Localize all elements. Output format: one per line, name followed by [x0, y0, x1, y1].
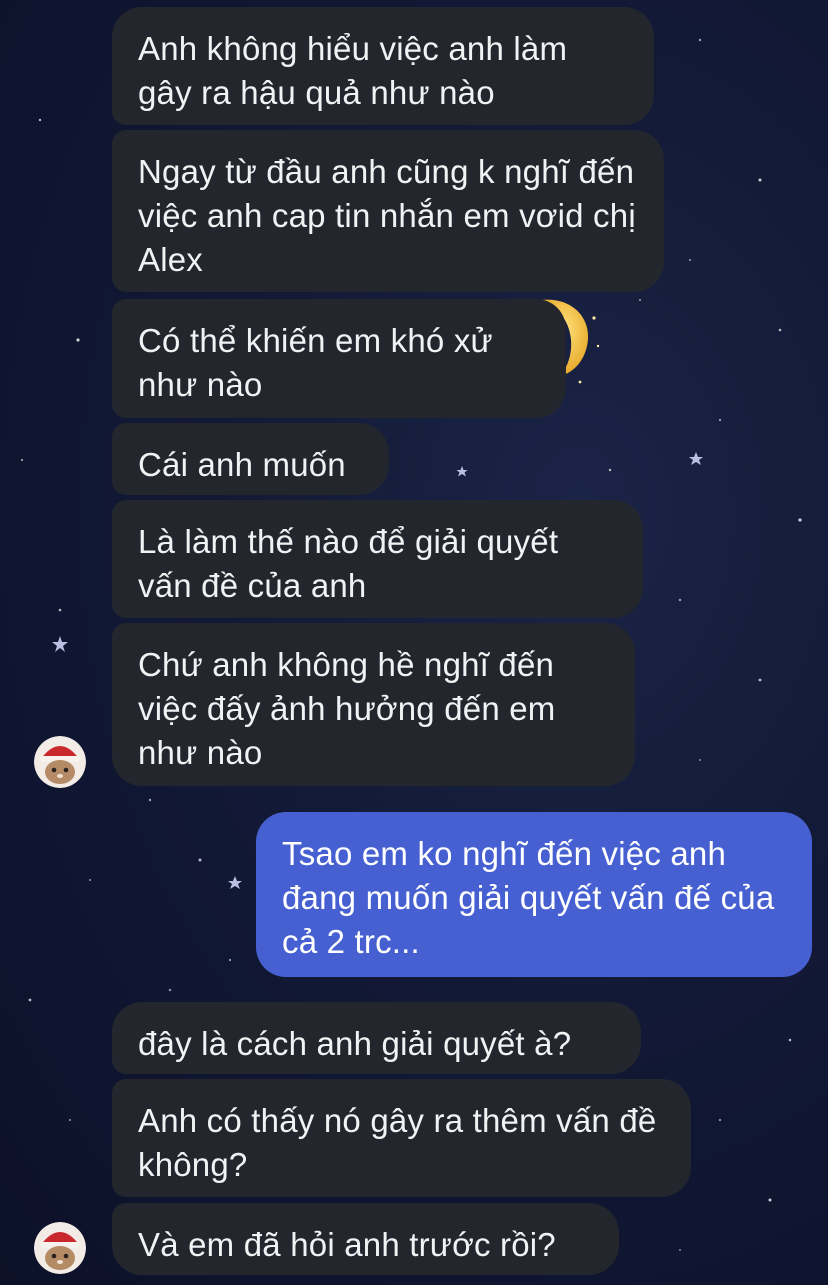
avatar[interactable]: [34, 1222, 86, 1274]
avatar[interactable]: [34, 736, 86, 788]
message-text: Anh có thấy nó gây ra thêm vấn đề không?: [138, 1102, 657, 1183]
message-text: Anh không hiểu việc anh làm gây ra hậu q…: [138, 30, 568, 111]
message-bubble-incoming[interactable]: Anh không hiểu việc anh làm gây ra hậu q…: [112, 7, 654, 125]
message-bubble-incoming[interactable]: Cái anh muốn: [112, 423, 389, 495]
message-text: Cái anh muốn: [138, 446, 346, 483]
message-bubble-incoming[interactable]: Và em đã hỏi anh trước rồi?: [112, 1203, 619, 1275]
message-text: Có thể khiến em khó xử như nào: [138, 322, 493, 403]
message-bubble-outgoing[interactable]: Tsao em ko nghĩ đến việc anh đang muốn g…: [256, 812, 812, 977]
message-text: Chứ anh không hề nghĩ đến việc đấy ảnh h…: [138, 646, 556, 771]
cat-in-santa-hat-avatar-icon: [34, 1222, 86, 1274]
message-bubble-incoming[interactable]: Ngay từ đầu anh cũng k nghĩ đến việc anh…: [112, 130, 664, 292]
cat-in-santa-hat-avatar-icon: [34, 736, 86, 788]
message-bubble-incoming[interactable]: Anh có thấy nó gây ra thêm vấn đề không?: [112, 1079, 691, 1197]
message-text: Là làm thế nào để giải quyết vấn đề của …: [138, 523, 559, 604]
message-text: Tsao em ko nghĩ đến việc anh đang muốn g…: [282, 835, 775, 960]
message-bubble-incoming[interactable]: Có thể khiến em khó xử như nào: [112, 299, 566, 418]
message-text: Ngay từ đầu anh cũng k nghĩ đến việc anh…: [138, 153, 636, 278]
message-text: Và em đã hỏi anh trước rồi?: [138, 1226, 556, 1263]
message-bubble-incoming[interactable]: Chứ anh không hề nghĩ đến việc đấy ảnh h…: [112, 623, 635, 786]
chat-thread: Anh không hiểu việc anh làm gây ra hậu q…: [0, 0, 828, 1285]
message-bubble-incoming[interactable]: đây là cách anh giải quyết à?: [112, 1002, 641, 1074]
message-text: đây là cách anh giải quyết à?: [138, 1025, 572, 1062]
message-bubble-incoming[interactable]: Là làm thế nào để giải quyết vấn đề của …: [112, 500, 643, 618]
